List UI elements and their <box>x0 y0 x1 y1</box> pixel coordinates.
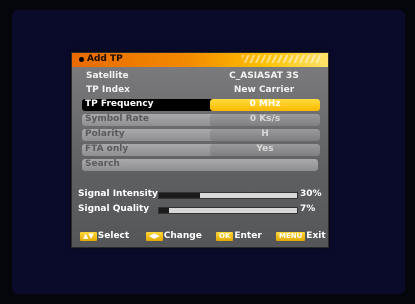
satellite-value: C_ASIASAT 3S <box>229 71 299 81</box>
satellite-label: Satellite <box>86 71 129 81</box>
polarity-value[interactable]: H <box>210 129 320 141</box>
tp-frequency-label: TP Frequency <box>85 99 154 109</box>
search-label: Search <box>85 159 120 169</box>
dialog-title: Add TP <box>87 54 123 64</box>
menu-key-icon: MENU <box>276 231 306 241</box>
tp-index-value: New Carrier <box>233 85 295 95</box>
symbol-rate-value[interactable]: 0 Ks/s <box>210 114 320 126</box>
fta-only-label: FTA only <box>85 144 129 154</box>
row-tp-index[interactable]: TP Index New Carrier <box>82 85 318 97</box>
signal-quality-percent: 7% <box>300 204 316 214</box>
tp-frequency-value[interactable]: 0 MHz <box>210 99 320 111</box>
signal-quality-fill <box>159 208 169 213</box>
hint-select-label: Select <box>97 231 130 241</box>
row-polarity[interactable]: Polarity H <box>82 129 320 141</box>
signal-quality-meter: Signal Quality 7% <box>78 204 322 216</box>
hint-select: ▲▼ Select <box>80 231 129 242</box>
polarity-label: Polarity <box>85 129 125 139</box>
signal-intensity-fill <box>159 193 201 198</box>
up-down-key-icon: ▲▼ <box>80 231 97 241</box>
signal-quality-track <box>158 207 298 214</box>
left-right-key-icon: ◀▶ <box>146 231 163 241</box>
ok-key-icon: OK <box>216 231 234 241</box>
symbol-rate-label: Symbol Rate <box>85 114 149 124</box>
hint-exit: MENU Exit <box>276 231 326 242</box>
hint-enter: OK Enter <box>216 231 262 242</box>
signal-intensity-percent: 30% <box>300 189 322 199</box>
add-tp-dialog: Add TP Satellite C_ASIASAT 3S TP Index N… <box>71 52 329 248</box>
tp-index-label: TP Index <box>86 85 130 95</box>
signal-intensity-meter: Signal Intensity 30% <box>78 189 322 201</box>
bullet-icon <box>79 57 84 62</box>
hint-enter-label: Enter <box>234 231 262 241</box>
fta-only-value[interactable]: Yes <box>210 144 320 156</box>
row-fta-only[interactable]: FTA only Yes <box>82 144 320 156</box>
titlebar-stripes-decoration <box>242 55 322 63</box>
signal-quality-label: Signal Quality <box>78 204 150 214</box>
hint-exit-label: Exit <box>306 231 326 241</box>
signal-intensity-track <box>158 192 298 199</box>
signal-intensity-label: Signal Intensity <box>78 189 158 199</box>
row-tp-frequency[interactable]: TP Frequency 0 MHz <box>82 99 320 111</box>
row-symbol-rate[interactable]: Symbol Rate 0 Ks/s <box>82 114 320 126</box>
dialog-titlebar: Add TP <box>72 53 328 67</box>
key-hints-bar: ▲▼ Select ◀▶ Change OK Enter MENU Exit <box>72 229 328 245</box>
row-satellite[interactable]: Satellite C_ASIASAT 3S <box>82 71 318 83</box>
row-search[interactable]: Search <box>82 159 318 171</box>
hint-change: ◀▶ Change <box>146 231 202 242</box>
hint-change-label: Change <box>163 231 202 241</box>
